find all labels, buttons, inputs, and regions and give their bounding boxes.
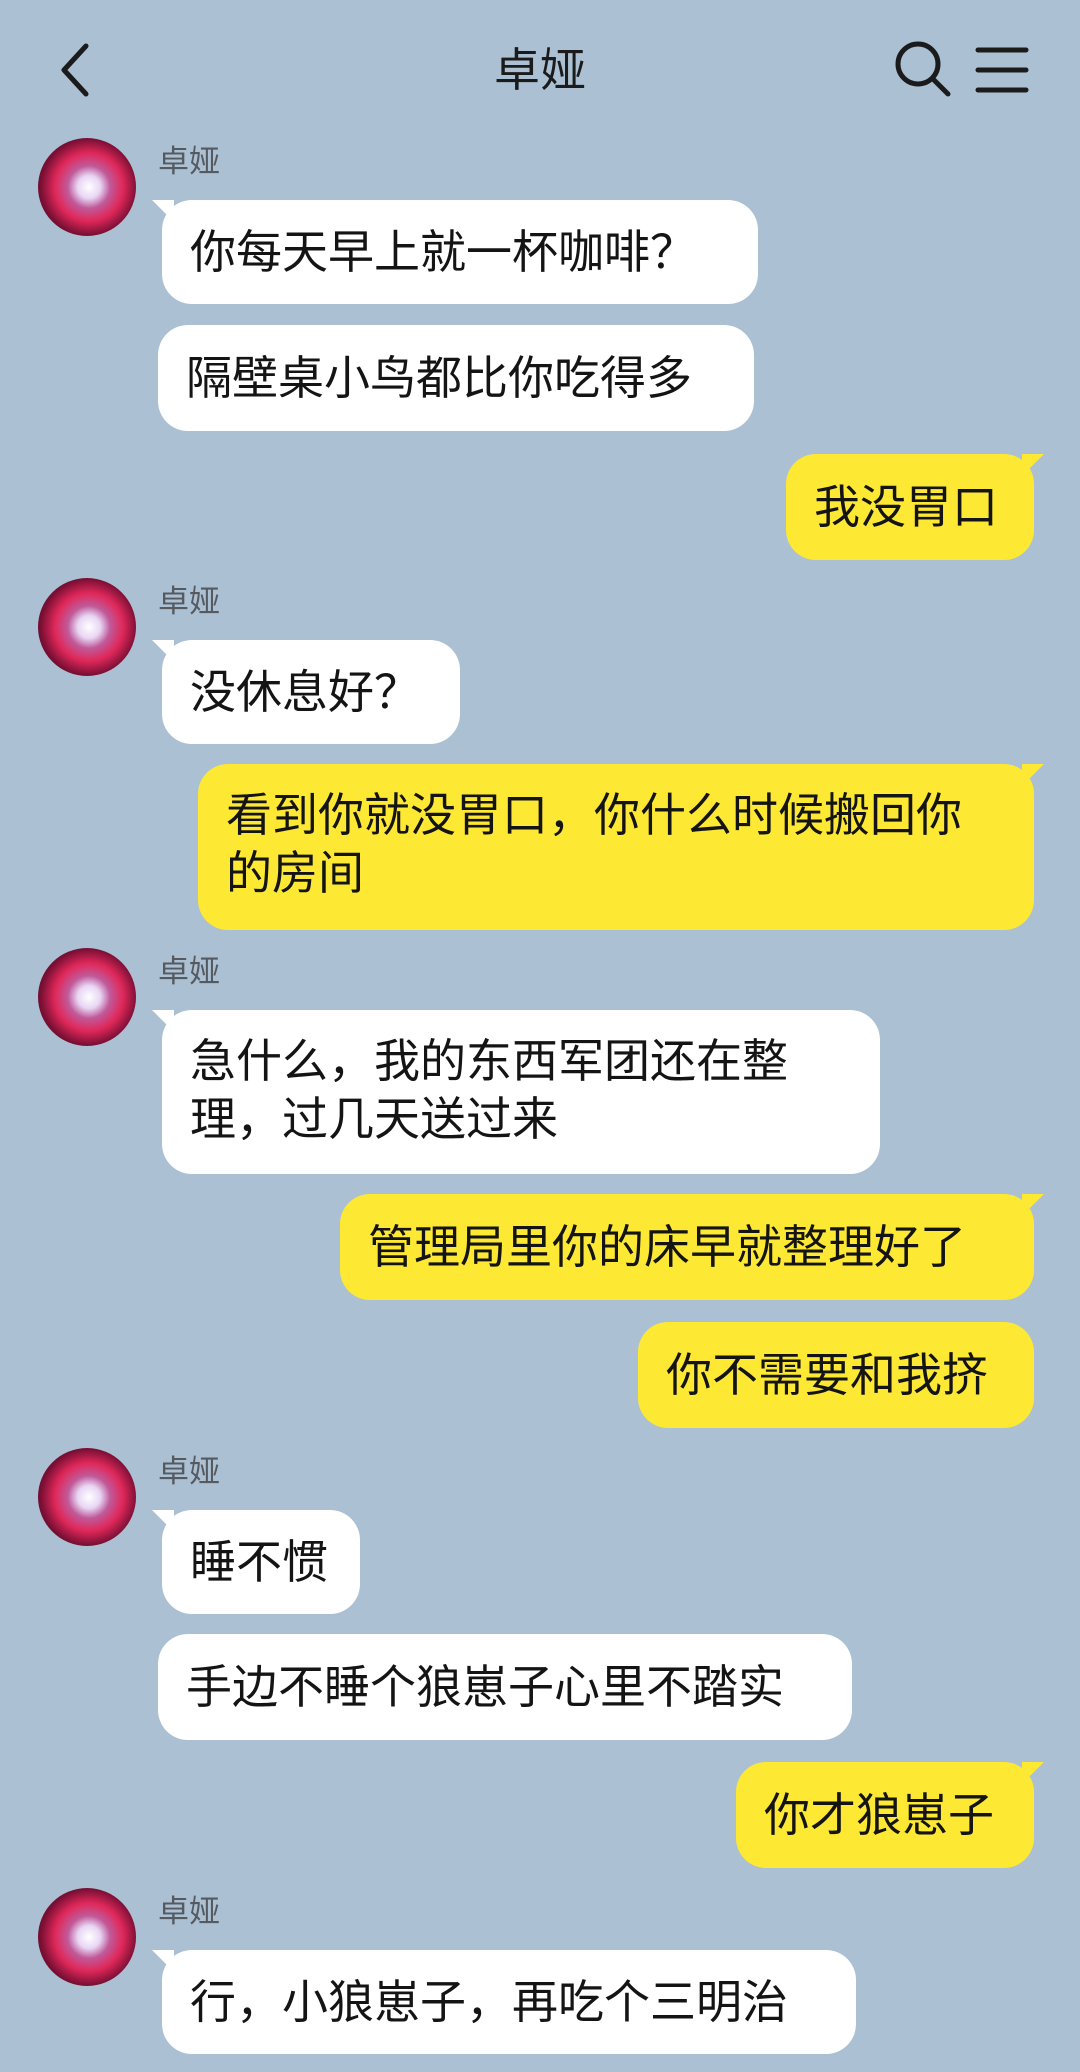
- message-text: 你每天早上就一杯咖啡？: [190, 225, 696, 279]
- message-bubble-incoming[interactable]: 没休息好？: [152, 640, 460, 744]
- message-text: 手边不睡个狼崽子心里不踏实: [186, 1660, 784, 1714]
- message-bubble-incoming[interactable]: 行，小狼崽子，再吃个三明治: [152, 1950, 856, 2054]
- search-button[interactable]: [892, 38, 954, 102]
- avatar[interactable]: [38, 948, 136, 1046]
- message-bubble-incoming[interactable]: 隔壁桌小鸟都比你吃得多: [158, 325, 754, 431]
- message-bubble-incoming[interactable]: 急什么，我的东西军团还在整理，过几天送过来: [152, 1010, 880, 1174]
- sender-name: 卓娅: [158, 1454, 220, 1490]
- message-bubble-outgoing[interactable]: 管理局里你的床早就整理好了: [340, 1194, 1044, 1300]
- message-bubble-outgoing[interactable]: 你才狼崽子: [736, 1762, 1044, 1868]
- top-bar: 卓娅: [0, 0, 1080, 140]
- message-text: 管理局里你的床早就整理好了: [368, 1220, 966, 1274]
- message-bubble-incoming[interactable]: 你每天早上就一杯咖啡？: [152, 200, 758, 304]
- avatar[interactable]: [38, 1448, 136, 1546]
- message-bubble-incoming[interactable]: 睡不惯: [152, 1510, 360, 1614]
- avatar[interactable]: [38, 1888, 136, 1986]
- message-bubble-outgoing[interactable]: 你不需要和我挤: [638, 1322, 1034, 1428]
- message-text: 你不需要和我挤: [666, 1348, 988, 1402]
- avatar[interactable]: [38, 578, 136, 676]
- message-text: 行，小狼崽子，再吃个三明治: [190, 1975, 788, 2029]
- message-text: 隔壁桌小鸟都比你吃得多: [186, 351, 692, 405]
- message-bubble-incoming[interactable]: 手边不睡个狼崽子心里不踏实: [158, 1634, 852, 1740]
- message-text: 看到你就没胃口，你什么时候搬回你的房间: [226, 788, 962, 900]
- hamburger-menu-icon: [975, 47, 1029, 93]
- message-bubble-outgoing[interactable]: 我没胃口: [786, 454, 1044, 560]
- message-text: 睡不惯: [190, 1535, 328, 1589]
- message-text: 我没胃口: [814, 480, 998, 534]
- search-icon: [895, 41, 951, 97]
- message-bubble-outgoing[interactable]: 看到你就没胃口，你什么时候搬回你的房间: [198, 764, 1044, 930]
- avatar[interactable]: [38, 138, 136, 236]
- message-text: 你才狼崽子: [764, 1788, 994, 1842]
- sender-name: 卓娅: [158, 1894, 220, 1930]
- message-text: 没休息好？: [190, 665, 420, 719]
- menu-button[interactable]: [974, 42, 1030, 98]
- sender-name: 卓娅: [158, 144, 220, 180]
- message-text: 急什么，我的东西军团还在整理，过几天送过来: [190, 1034, 788, 1146]
- sender-name: 卓娅: [158, 584, 220, 620]
- sender-name: 卓娅: [158, 954, 220, 990]
